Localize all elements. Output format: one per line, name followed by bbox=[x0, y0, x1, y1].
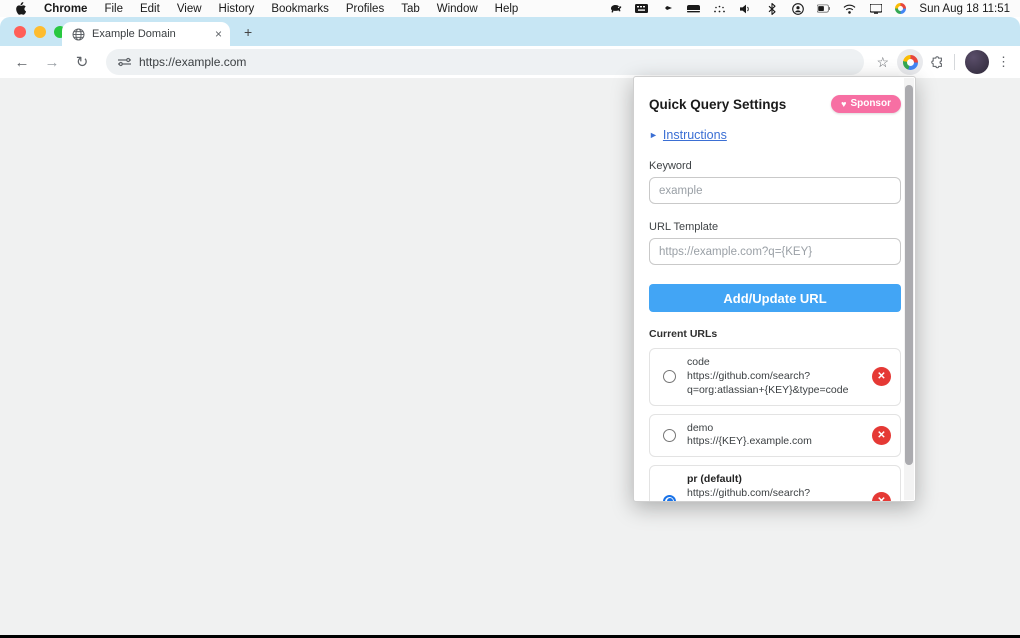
wifi-icon[interactable] bbox=[843, 2, 856, 15]
new-tab-button[interactable]: + bbox=[244, 25, 252, 39]
window-controls bbox=[14, 26, 66, 38]
url-item-line: https://github.com/search? bbox=[687, 369, 811, 382]
url-item-text: pr (default) https://github.com/search? … bbox=[687, 473, 861, 502]
profile-avatar[interactable] bbox=[965, 50, 989, 74]
radio-pr-default[interactable] bbox=[663, 494, 676, 501]
add-update-url-button[interactable]: Add/Update URL bbox=[649, 284, 901, 312]
url-item-text: code https://github.com/search? q=org:at… bbox=[687, 356, 861, 398]
url-item-line: q=org:atlassian+ bbox=[687, 501, 861, 502]
url-item-line: q=org:atlassian+{KEY}&type=code bbox=[687, 383, 849, 396]
menu-item-bookmarks[interactable]: Bookmarks bbox=[271, 3, 329, 15]
browser-menu-icon[interactable]: ⋮ bbox=[997, 54, 1010, 70]
toolbar-divider bbox=[954, 54, 955, 70]
url-item-line: https://{KEY}.example.com bbox=[687, 435, 812, 448]
menu-item-help[interactable]: Help bbox=[495, 3, 519, 15]
extension-logo-icon bbox=[902, 54, 918, 70]
color-wheel-icon[interactable] bbox=[895, 3, 907, 14]
url-item-name: code bbox=[687, 356, 710, 368]
extensions-puzzle-icon[interactable] bbox=[931, 55, 944, 69]
bookmark-star-icon[interactable]: ☆ bbox=[876, 54, 889, 71]
current-urls-label: Current URLs bbox=[649, 328, 718, 340]
flag-icon[interactable] bbox=[661, 2, 674, 15]
menu-item-edit[interactable]: Edit bbox=[140, 3, 160, 15]
apple-icon[interactable] bbox=[14, 2, 27, 15]
popup-title: Quick Query Settings bbox=[649, 96, 787, 112]
tab-title: Example Domain bbox=[92, 28, 176, 40]
animal-icon[interactable] bbox=[609, 2, 622, 15]
reload-icon[interactable]: ↻ bbox=[70, 50, 94, 74]
url-item-name: pr (default) bbox=[687, 473, 742, 486]
site-info-icon[interactable] bbox=[118, 56, 131, 69]
keyword-input[interactable] bbox=[649, 177, 901, 204]
tab-strip: Example Domain × + bbox=[0, 17, 1020, 46]
battery-icon[interactable] bbox=[817, 2, 831, 15]
back-icon[interactable]: ← bbox=[10, 50, 34, 74]
display-icon[interactable] bbox=[869, 2, 882, 15]
menu-item-history[interactable]: History bbox=[219, 3, 255, 15]
delete-url-button[interactable]: ✕ bbox=[872, 367, 891, 387]
keyboard-brightness-icon[interactable] bbox=[687, 2, 701, 15]
url-template-label: URL Template bbox=[649, 221, 719, 233]
tab-close-icon[interactable]: × bbox=[215, 28, 222, 40]
url-item-code[interactable]: code https://github.com/search? q=org:at… bbox=[649, 348, 901, 406]
delete-url-button[interactable]: ✕ bbox=[872, 491, 891, 501]
url-item-pr-default[interactable]: pr (default) https://github.com/search? … bbox=[649, 465, 901, 502]
url-item-name: demo bbox=[687, 421, 714, 434]
menu-bar-clock[interactable]: Sun Aug 18 11:51 bbox=[919, 3, 1010, 15]
url-list: code https://github.com/search? q=org:at… bbox=[649, 348, 901, 502]
instructions-link[interactable]: Instructions bbox=[663, 128, 727, 142]
radio-demo[interactable] bbox=[663, 428, 676, 442]
triangle-right-icon[interactable]: ► bbox=[649, 130, 658, 140]
volume-icon[interactable] bbox=[739, 2, 752, 15]
sponsor-label: Sponsor bbox=[850, 98, 891, 109]
url-item-line: https://github.com/search? bbox=[687, 487, 811, 500]
url-template-input[interactable] bbox=[649, 238, 901, 265]
popup-scrollbar-thumb[interactable] bbox=[905, 85, 913, 465]
address-bar[interactable]: https://example.com bbox=[106, 49, 865, 75]
tab-example-domain[interactable]: Example Domain × bbox=[62, 22, 230, 46]
url-item-demo[interactable]: demo https://{KEY}.example.com ✕ bbox=[649, 413, 901, 458]
radio-code[interactable] bbox=[663, 370, 676, 384]
instructions-row: ► Instructions bbox=[649, 128, 901, 142]
user-switch-icon[interactable] bbox=[791, 2, 804, 15]
keyboard-icon[interactable] bbox=[635, 2, 649, 15]
menu-item-view[interactable]: View bbox=[177, 3, 202, 15]
screen: Chrome File Edit View History Bookmarks … bbox=[0, 0, 1020, 638]
active-extension-button[interactable] bbox=[897, 49, 923, 75]
bluetooth-icon[interactable] bbox=[765, 2, 778, 15]
quick-query-settings-popup: Quick Query Settings ♥ Sponsor ► Instruc… bbox=[633, 76, 916, 502]
menu-item-file[interactable]: File bbox=[104, 3, 123, 15]
window-minimize-button[interactable] bbox=[34, 26, 46, 38]
menu-app-name[interactable]: Chrome bbox=[44, 3, 87, 15]
dictation-icon[interactable] bbox=[713, 2, 726, 15]
heart-icon: ♥ bbox=[841, 98, 847, 109]
macos-menu-bar: Chrome File Edit View History Bookmarks … bbox=[0, 0, 1020, 17]
menu-item-profiles[interactable]: Profiles bbox=[346, 3, 384, 15]
sponsor-button[interactable]: ♥ Sponsor bbox=[831, 95, 901, 113]
url-item-text: demo https://{KEY}.example.com bbox=[687, 422, 861, 450]
keyword-label: Keyword bbox=[649, 160, 692, 172]
address-bar-url[interactable]: https://example.com bbox=[139, 55, 246, 69]
globe-favicon-icon bbox=[72, 28, 85, 41]
menu-item-window[interactable]: Window bbox=[437, 3, 478, 15]
delete-url-button[interactable]: ✕ bbox=[872, 425, 891, 445]
browser-toolbar: ← → ↻ https://example.com ☆ ⋮ bbox=[0, 46, 1020, 78]
forward-icon[interactable]: → bbox=[40, 50, 64, 74]
menu-item-tab[interactable]: Tab bbox=[401, 3, 420, 15]
window-close-button[interactable] bbox=[14, 26, 26, 38]
